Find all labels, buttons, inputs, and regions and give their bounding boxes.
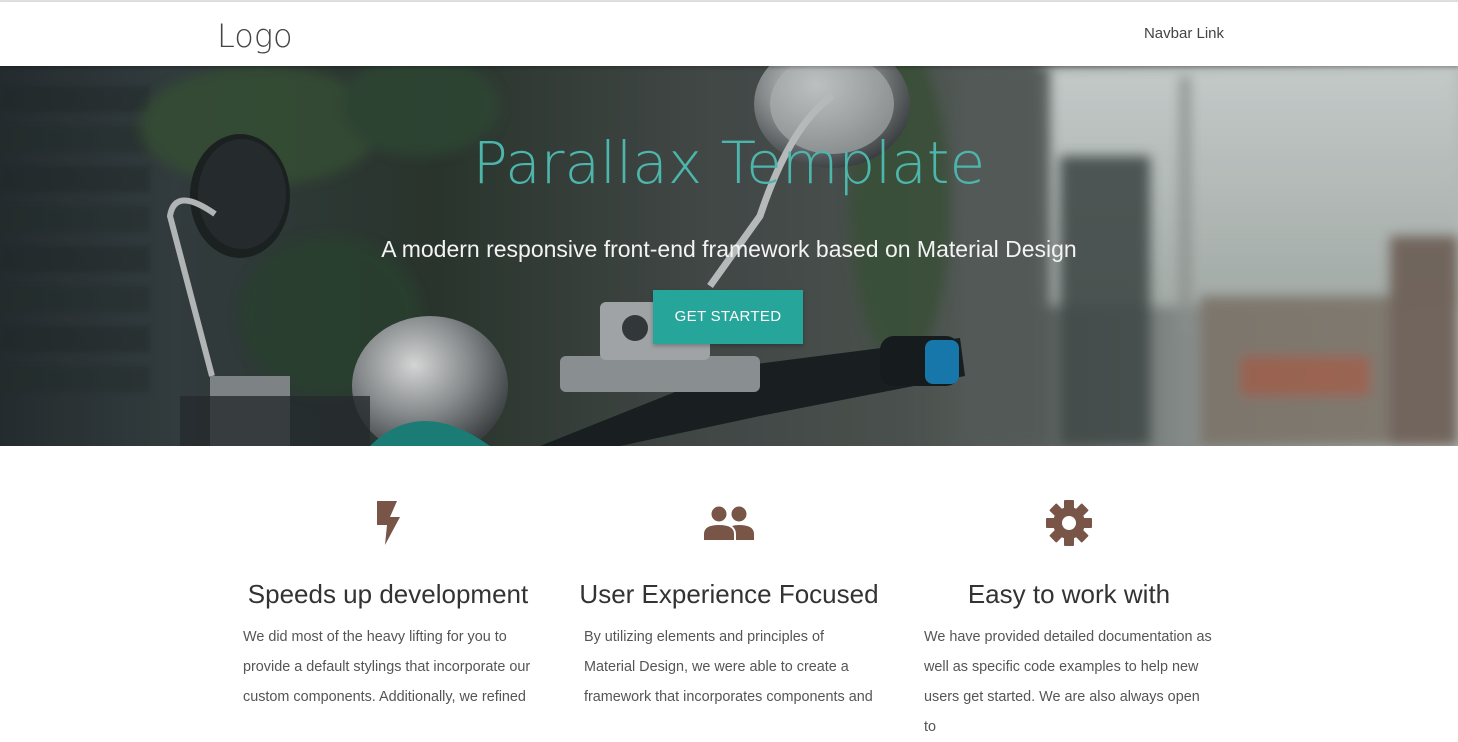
feature-text: By utilizing elements and principles of …: [584, 629, 873, 705]
group-icon: [584, 498, 874, 548]
navbar: Logo Navbar Link: [0, 2, 1458, 66]
features-section: Speeds up development We did most of the…: [0, 446, 1458, 735]
feature-title: Speeds up development: [247, 579, 529, 609]
settings-icon: [924, 498, 1214, 548]
feature-title: User Experience Focused: [579, 579, 879, 609]
feature-text: We did most of the heavy lifting for you…: [243, 629, 531, 705]
hero-title: Parallax Template: [472, 129, 986, 197]
feature-text: We have provided detailed documentation …: [924, 629, 1212, 735]
hero-parallax: Parallax Template A modern responsive fr…: [0, 66, 1458, 446]
feature-title: Easy to work with: [967, 579, 1171, 609]
logo[interactable]: Logo: [217, 16, 293, 56]
get-started-button[interactable]: GET STARTED: [653, 290, 803, 344]
navbar-link[interactable]: Navbar Link: [1144, 24, 1224, 44]
hero-subtitle: A modern responsive front-end framework …: [381, 236, 1077, 262]
flash-icon: [243, 498, 533, 548]
